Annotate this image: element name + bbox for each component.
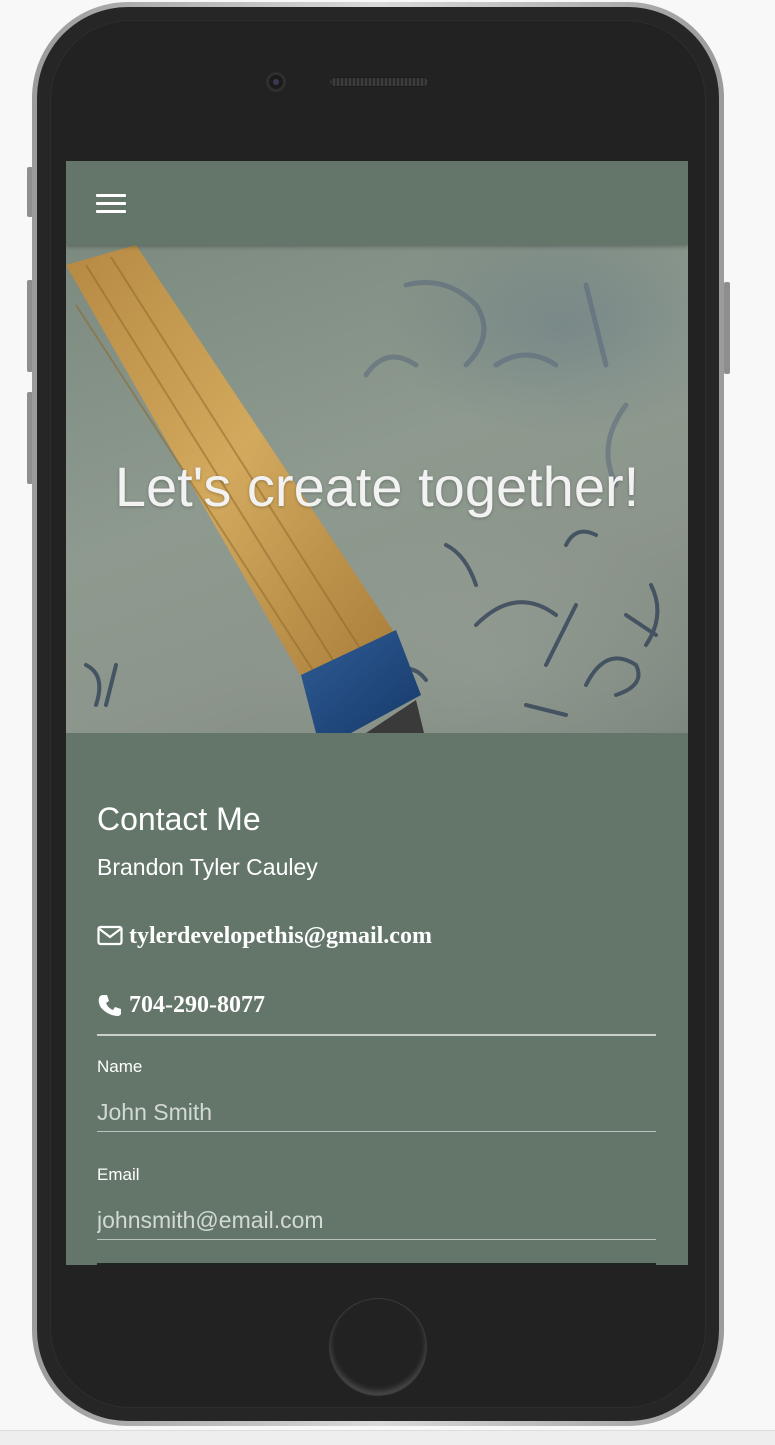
device-camera [266, 72, 286, 92]
envelope-icon [97, 925, 123, 946]
contact-divider [97, 1034, 656, 1036]
phone-icon [98, 995, 121, 1016]
page: Let's create together! Contact Me Brando… [0, 0, 775, 1445]
contact-phone-text: 704-290-8077 [129, 992, 265, 1018]
name-input[interactable] [97, 1093, 656, 1132]
contact-name: Brandon Tyler Cauley [97, 854, 318, 880]
form-field-edge [97, 1263, 656, 1265]
hero-banner: Let's create together! [66, 245, 688, 733]
name-field-label: Name [97, 1057, 143, 1076]
page-bottom-bar [0, 1430, 775, 1445]
device-power-button [724, 282, 730, 374]
device-screen: Let's create together! Contact Me Brando… [66, 161, 688, 1265]
device-speaker [329, 77, 429, 87]
navbar [66, 161, 688, 245]
device-home-button[interactable] [330, 1299, 426, 1395]
contact-email-text: tylerdevelopethis@gmail.com [129, 923, 432, 949]
email-field-label: Email [97, 1165, 140, 1184]
hamburger-menu-icon[interactable] [96, 192, 126, 216]
contact-phone[interactable]: 704-290-8077 [97, 990, 265, 1020]
contact-heading: Contact Me [97, 801, 261, 837]
hero-title: Let's create together! [114, 455, 640, 518]
email-input[interactable] [97, 1201, 656, 1240]
contact-email[interactable]: tylerdevelopethis@gmail.com [97, 921, 432, 951]
